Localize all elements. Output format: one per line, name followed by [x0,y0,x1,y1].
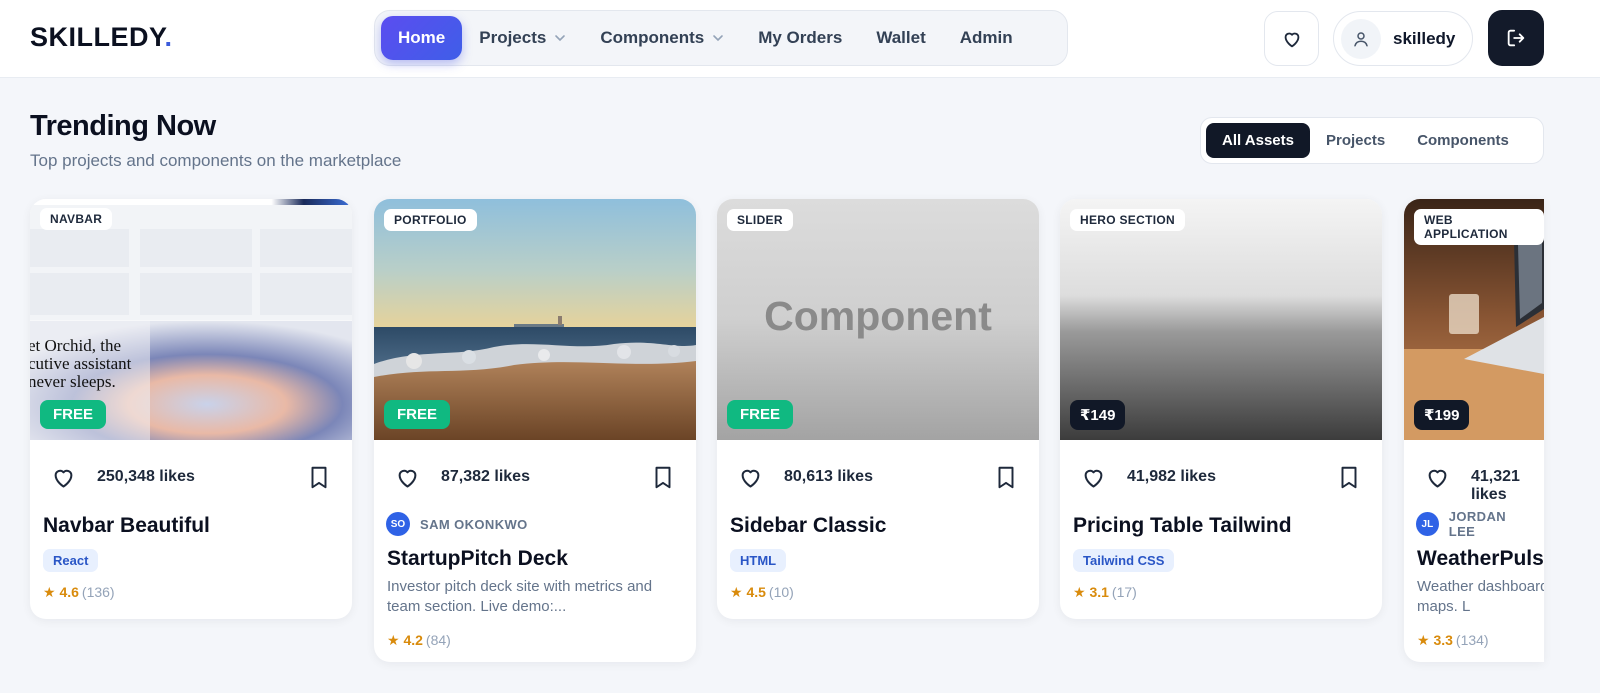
section-subtitle: Top projects and components on the marke… [30,151,402,170]
filter-components[interactable]: Components [1401,123,1525,158]
main-nav: Home Projects Components My Orders Walle… [374,10,1068,66]
category-badge: SLIDER [727,209,793,231]
rating: ★ 4.2 (84) [387,632,451,648]
likes-row: 87,382 likes [374,440,696,514]
nav-projects[interactable]: Projects [462,16,583,60]
user-menu[interactable]: skilledy [1333,11,1473,66]
card-image: Component SLIDER FREE [717,199,1039,440]
nav-components[interactable]: Components [583,16,741,60]
tech-tag: Tailwind CSS [1073,549,1175,572]
section-title: Trending Now [30,110,216,142]
likes-row: 250,348 likes [30,440,352,514]
likes-row: 41,982 likes [1060,440,1382,514]
card-title[interactable]: WeatherPulse [1404,547,1544,571]
card-description: Investor pitch deck site with metrics an… [387,578,653,615]
card-image: WEB APPLICATION ₹199 [1404,199,1544,440]
category-badge: WEB APPLICATION [1414,209,1544,245]
rating: ★ 4.5 (10) [730,584,794,600]
price-badge: FREE [727,400,794,429]
nav-my-orders[interactable]: My Orders [741,16,859,60]
filter-all-assets[interactable]: All Assets [1206,123,1310,158]
bookmark-icon[interactable] [306,464,332,491]
bookmark-icon[interactable] [1336,464,1362,491]
heart-icon[interactable] [1080,464,1107,491]
avatar: SO [386,512,410,536]
card-title[interactable]: Navbar Beautiful [30,514,352,538]
rating: ★ 4.6 (136) [43,584,115,600]
rating: ★ 3.3 (134) [1417,632,1489,648]
card-title[interactable]: Sidebar Classic [717,514,1039,538]
rating: ★ 3.1 (17) [1073,584,1137,600]
product-card[interactable]: Component SLIDER FREE 80,613 likes Sideb… [717,199,1039,619]
product-card[interactable]: HERO SECTION ₹149 41,982 likes Pricing T… [1060,199,1382,619]
likes-count: 41,321 likes [1471,468,1520,503]
chevron-down-icon [712,32,724,44]
placeholder-text: Component [764,293,992,339]
svg-text:never sleeps.: never sleeps. [30,372,116,391]
product-card[interactable]: PORTFOLIO FREE 87,382 likes SO SAM OKONK… [374,199,696,662]
bookmark-icon[interactable] [993,464,1019,491]
likes-row: 41,321 likes [1404,440,1544,514]
author-name[interactable]: SAM OKONKWO [420,517,528,532]
card-image: HERO SECTION ₹149 [1060,199,1382,440]
product-card[interactable]: et Orchid, the cutive assistant never sl… [30,199,352,619]
price-badge: ₹199 [1414,400,1470,430]
likes-count: 80,613 likes [784,468,873,485]
heart-icon[interactable] [50,464,77,491]
tech-tag: HTML [730,549,787,572]
category-badge: NAVBAR [40,208,113,230]
heart-icon [1281,28,1303,50]
likes-count: 250,348 likes [97,468,195,485]
heart-icon[interactable] [737,464,764,491]
price-badge: FREE [384,400,451,429]
logout-button[interactable] [1488,10,1544,66]
card-image: PORTFOLIO FREE [374,199,696,440]
heart-icon[interactable] [1424,464,1451,491]
likes-row: 80,613 likes [717,440,1039,514]
svg-text:et Orchid, the: et Orchid, the [30,336,121,355]
author-row: SO SAM OKONKWO [374,512,696,536]
card-image: et Orchid, the cutive assistant never sl… [30,199,352,440]
card-description: Weather dashboard with forecasts and rad… [1417,578,1544,615]
nav-wallet[interactable]: Wallet [859,16,942,60]
user-icon [1341,18,1381,59]
price-badge: FREE [40,400,107,429]
likes-count: 87,382 likes [441,468,530,485]
avatar: JL [1416,512,1439,536]
asset-filter: All Assets Projects Components [1200,117,1544,164]
nav-admin[interactable]: Admin [943,16,1030,60]
top-header: SKILLEDY. Home Projects Components My Or… [0,0,1600,78]
username: skilledy [1393,28,1456,48]
card-title[interactable]: StartupPitch Deck [374,547,696,571]
tech-tag: React [43,549,99,572]
logout-icon [1505,27,1527,49]
favorites-button[interactable] [1264,11,1319,66]
logo[interactable]: SKILLEDY. [30,22,173,53]
card-title[interactable]: Pricing Table Tailwind [1060,514,1382,538]
bookmark-icon[interactable] [650,464,676,491]
price-badge: ₹149 [1070,400,1126,430]
filter-projects[interactable]: Projects [1310,123,1401,158]
nav-home[interactable]: Home [381,16,463,60]
likes-count: 41,982 likes [1127,468,1216,485]
product-card[interactable]: WEB APPLICATION ₹199 41,321 likes JL JOR… [1404,199,1544,662]
author-row: JL JORDAN LEE [1404,509,1544,539]
category-badge: HERO SECTION [1070,209,1185,231]
category-badge: PORTFOLIO [384,209,477,231]
heart-icon[interactable] [394,464,421,491]
chevron-down-icon [554,32,566,44]
svg-text:cutive assistant: cutive assistant [30,354,132,373]
